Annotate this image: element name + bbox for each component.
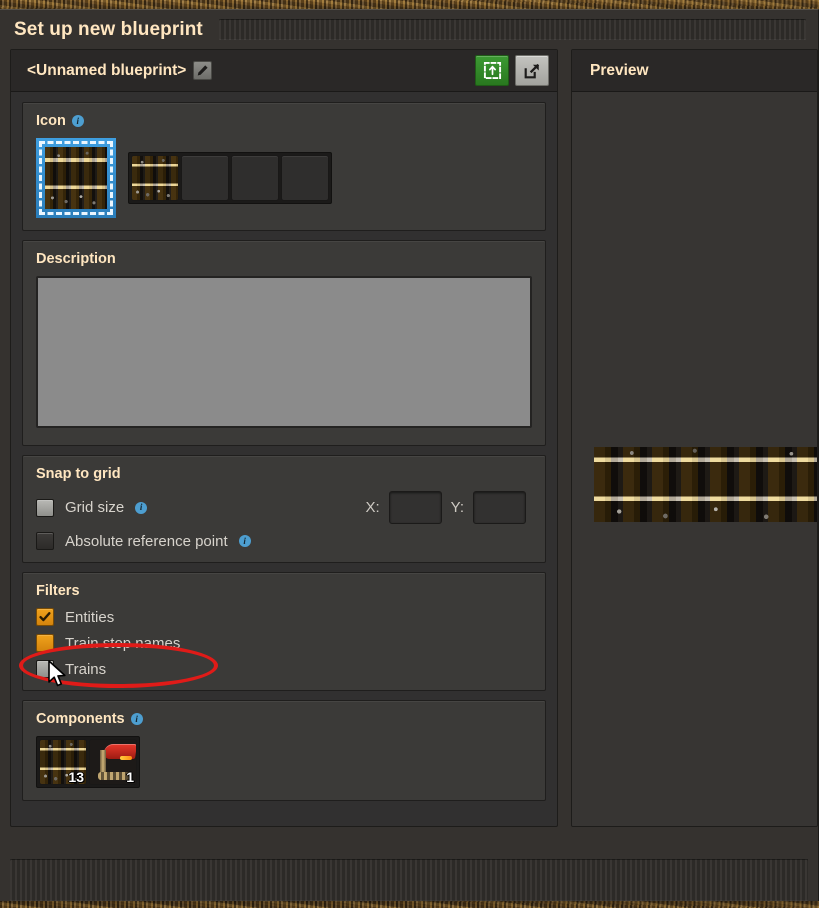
icon-section-label: Icon	[36, 113, 66, 129]
game-terrain-bottom	[0, 901, 819, 908]
checkbox-label-absolute-reference-point: Absolute reference point	[65, 532, 228, 550]
snap-section-label: Snap to grid	[36, 466, 121, 482]
filter-rows: Entities Train stop names Trains	[36, 608, 532, 678]
icon-slot-4[interactable]	[281, 155, 329, 201]
icon-section: Icon i	[22, 102, 546, 231]
blueprint-name-label: <Unnamed blueprint>	[27, 61, 187, 79]
icon-slot-3[interactable]	[231, 155, 279, 201]
icon-section-title: Icon i	[36, 113, 532, 129]
checkbox-row-grid-size[interactable]: Grid size i	[36, 498, 148, 517]
grid-y-input[interactable]	[473, 491, 526, 524]
pencil-icon[interactable]	[193, 61, 213, 80]
component-count-rail: 13	[68, 769, 84, 785]
components-slot-strip: 13 1	[36, 736, 140, 788]
checkbox-row-absolute-reference-point[interactable]: Absolute reference point i	[36, 532, 532, 550]
blueprint-setup-window: Set up new blueprint <Unnamed blueprint>	[0, 9, 819, 901]
snap-rows: Grid size i X: Y: Absolute reference poi…	[36, 491, 532, 550]
checkbox-label-trains: Trains	[65, 660, 107, 678]
y-label: Y:	[450, 499, 464, 516]
filters-section: Filters Entities Train stop names Trains	[22, 572, 546, 691]
icon-preview[interactable]	[36, 138, 116, 218]
select-new-contents-button[interactable]	[475, 55, 509, 86]
grid-x-input[interactable]	[388, 491, 442, 524]
checkmark-icon	[39, 612, 51, 622]
checkbox-label-grid-size: Grid size	[65, 499, 125, 516]
blueprint-settings-panel: <Unnamed blueprint> Icon i Description S…	[10, 49, 558, 827]
icon-slot-2[interactable]	[181, 155, 229, 201]
grid-size-line: Grid size i X: Y:	[36, 491, 532, 524]
checkbox-label-entities: Entities	[65, 608, 115, 626]
description-section: Description	[22, 240, 546, 446]
train-stop-lamp	[120, 756, 132, 760]
component-slot-train-stop[interactable]: 1	[89, 739, 137, 785]
window-body: <Unnamed blueprint> Icon i Description S…	[0, 49, 818, 847]
rail-icon	[45, 147, 107, 209]
x-label: X:	[365, 499, 380, 516]
icon-row	[36, 138, 532, 218]
info-icon[interactable]: i	[71, 115, 84, 127]
window-drag-handle[interactable]	[218, 19, 806, 40]
checkbox-row-entities[interactable]: Entities	[36, 608, 532, 626]
checkbox-train-stop-names[interactable]	[36, 634, 54, 652]
preview-title: Preview	[590, 61, 649, 79]
info-icon[interactable]: i	[238, 535, 251, 547]
checkbox-grid-size[interactable]	[36, 498, 54, 517]
blueprint-name-header: <Unnamed blueprint>	[11, 50, 557, 92]
description-section-label: Description	[36, 251, 116, 267]
snap-to-grid-section: Snap to grid Grid size i X: Y: Absolute …	[22, 455, 546, 563]
preview-panel: Preview	[571, 49, 818, 827]
rail-track-preview	[594, 447, 817, 522]
component-slot-rail[interactable]: 13	[39, 739, 87, 785]
page-title: Set up new blueprint	[14, 18, 203, 40]
icon-slot-strip	[128, 152, 332, 204]
components-section-title: Components i	[36, 711, 532, 727]
info-icon[interactable]: i	[135, 501, 148, 514]
components-section-label: Components	[36, 711, 125, 727]
checkbox-absolute-reference-point[interactable]	[36, 532, 54, 550]
settings-scroll-area: Icon i Description Snap to grid Grid siz…	[11, 92, 557, 826]
preview-header: Preview	[572, 50, 817, 92]
preview-canvas[interactable]	[572, 92, 817, 826]
checkbox-row-train-stop-names[interactable]: Train stop names	[36, 634, 532, 652]
window-bottom-drag-bar[interactable]	[10, 859, 808, 901]
export-to-string-button[interactable]	[515, 55, 549, 86]
info-icon[interactable]: i	[130, 713, 143, 725]
icon-slot-1[interactable]	[131, 155, 179, 201]
components-section: Components i 13 1	[22, 700, 546, 801]
filters-section-title: Filters	[36, 583, 532, 599]
component-count-train-stop: 1	[126, 769, 134, 785]
rail-icon	[132, 156, 178, 200]
snap-section-title: Snap to grid	[36, 466, 532, 482]
grid-xy-group: X: Y:	[365, 491, 532, 524]
description-input[interactable]	[36, 276, 532, 428]
checkbox-entities[interactable]	[36, 608, 54, 626]
checkbox-trains[interactable]	[36, 660, 54, 678]
checkbox-row-trains[interactable]: Trains	[36, 660, 532, 678]
description-section-title: Description	[36, 251, 532, 267]
checkbox-label-train-stop-names: Train stop names	[65, 634, 181, 652]
window-titlebar: Set up new blueprint	[0, 10, 818, 49]
filters-section-label: Filters	[36, 583, 80, 599]
